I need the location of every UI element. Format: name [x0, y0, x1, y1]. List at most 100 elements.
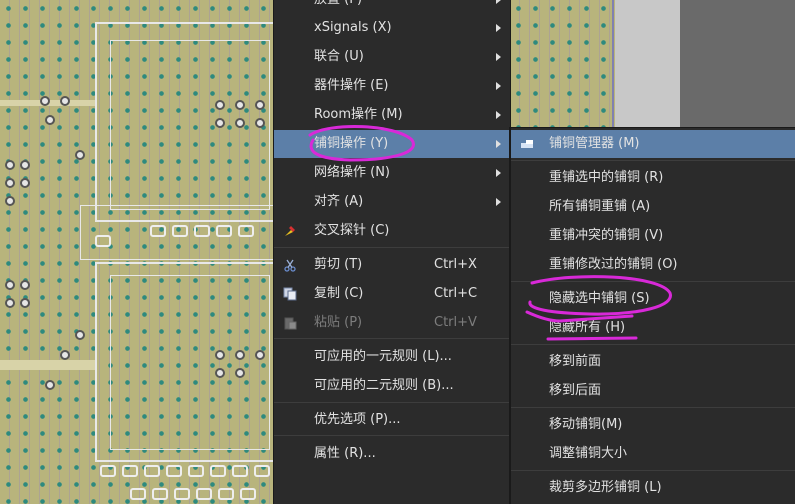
submenu-arrow-icon — [496, 111, 501, 119]
menu-item-xsignals[interactable]: xSignals (X) — [274, 14, 510, 42]
via-pad — [235, 350, 245, 360]
menu-item-label: 复制 (C) — [314, 286, 364, 301]
menu-separator — [274, 402, 510, 403]
component-outline — [110, 275, 270, 450]
menu-item-copy[interactable]: 复制 (C) Ctrl+C — [274, 280, 510, 308]
submenu-item-move-polygon[interactable]: 移动铺铜(M) — [511, 411, 795, 439]
menu-item-polygon-actions[interactable]: 铺铜操作 (Y) — [274, 130, 510, 158]
menu-separator — [274, 247, 510, 248]
menu-item-room-actions[interactable]: Room操作 (M) — [274, 101, 510, 129]
via-pad — [255, 100, 265, 110]
menu-separator — [511, 344, 795, 345]
component-pad — [188, 465, 204, 477]
menu-item-label: 可应用的二元规则 (B)... — [314, 378, 454, 393]
menu-item-label: 优先选项 (P)... — [314, 412, 401, 427]
menu-item-shortcut: Ctrl+C — [434, 286, 478, 301]
submenu-item-send-to-back[interactable]: 移到后面 — [511, 377, 795, 405]
menu-item-label: 移动铺铜(M) — [549, 417, 623, 432]
menu-item-shortcut: Ctrl+X — [434, 257, 477, 272]
component-pad — [144, 465, 160, 477]
component-pad — [210, 465, 226, 477]
via-pad — [235, 368, 245, 378]
menu-item-cut[interactable]: 剪切 (T) Ctrl+X — [274, 251, 510, 279]
menu-item-label: 交叉探针 (C) — [314, 223, 390, 238]
component-pad — [152, 488, 168, 500]
submenu-arrow-icon — [496, 198, 501, 206]
submenu-item-resize-polygon[interactable]: 调整铺铜大小 — [511, 440, 795, 468]
menu-item-label: 调整铺铜大小 — [549, 446, 628, 461]
component-pad — [232, 465, 248, 477]
menu-item-label: 移到后面 — [549, 383, 602, 398]
component-pad — [194, 225, 210, 237]
menu-separator — [511, 281, 795, 282]
cross-probe-icon — [285, 226, 295, 236]
menu-item-preferences[interactable]: 优先选项 (P)... — [274, 406, 510, 434]
via-pad — [5, 178, 15, 188]
via-pad — [5, 196, 15, 206]
submenu-arrow-icon — [496, 140, 501, 148]
menu-item-label: 器件操作 (E) — [314, 78, 389, 93]
board-edge-line — [612, 0, 614, 128]
component-pad — [174, 488, 190, 500]
submenu-item-repour-modified[interactable]: 重铺修改过的铺铜 (O) — [511, 251, 795, 279]
via-pad — [235, 118, 245, 128]
menu-item-unary-rules[interactable]: 可应用的一元规则 (L)... — [274, 343, 510, 371]
component-pad — [172, 225, 188, 237]
copper-trace — [0, 360, 95, 370]
menu-item-label: 移到前面 — [549, 354, 602, 369]
via-pad — [75, 330, 85, 340]
via-pad — [255, 350, 265, 360]
menu-item-label: 所有铺铜重铺 (A) — [549, 199, 651, 214]
menu-item-label: 网络操作 (N) — [314, 165, 391, 180]
submenu-item-polygon-manager[interactable]: 铺铜管理器 (M) — [511, 130, 795, 158]
component-pad — [150, 225, 166, 237]
paste-icon — [284, 317, 297, 330]
menu-item-label: 重铺选中的铺铜 (R) — [549, 170, 664, 185]
submenu-arrow-icon — [496, 24, 501, 32]
menu-item-align[interactable]: 对齐 (A) — [274, 188, 510, 216]
menu-item-label: 铺铜管理器 (M) — [549, 136, 640, 151]
submenu-item-shelve-all[interactable]: 隐藏所有 (H) — [511, 314, 795, 342]
component-pad — [100, 465, 116, 477]
component-pad — [196, 488, 212, 500]
menu-item-properties[interactable]: 属性 (R)... — [274, 440, 510, 468]
via-pad — [215, 100, 225, 110]
menu-item-label: 隐藏选中铺铜 (S) — [549, 291, 650, 306]
via-pad — [45, 380, 55, 390]
component-pad — [254, 465, 270, 477]
component-pad — [166, 465, 182, 477]
submenu-item-repour-violating[interactable]: 重铺冲突的铺铜 (V) — [511, 222, 795, 250]
submenu-item-shelve-selected[interactable]: 隐藏选中铺铜 (S) — [511, 285, 795, 313]
menu-item-binary-rules[interactable]: 可应用的二元规则 (B)... — [274, 372, 510, 400]
component-outline — [110, 40, 270, 210]
menu-item-place[interactable]: 放置 (P) — [274, 0, 510, 14]
menu-item-label: 可应用的一元规则 (L)... — [314, 349, 452, 364]
menu-item-label: Room操作 (M) — [314, 107, 403, 122]
via-pad — [40, 96, 50, 106]
component-pad — [238, 225, 254, 237]
component-pad — [240, 488, 256, 500]
via-pad — [20, 178, 30, 188]
menu-item-cross-probe[interactable]: 交叉探针 (C) — [274, 217, 510, 245]
menu-item-label: 铺铜操作 (Y) — [314, 136, 389, 151]
menu-item-label: xSignals (X) — [314, 20, 392, 35]
via-pad — [215, 368, 225, 378]
via-pad — [20, 280, 30, 290]
via-pad — [20, 298, 30, 308]
submenu-item-slice-polygon[interactable]: 裁剪多边形铺铜 (L) — [511, 474, 795, 502]
via-pad — [60, 350, 70, 360]
menu-item-component-actions[interactable]: 器件操作 (E) — [274, 72, 510, 100]
component-pad — [122, 465, 138, 477]
menu-item-net-actions[interactable]: 网络操作 (N) — [274, 159, 510, 187]
menu-item-label: 重铺修改过的铺铜 (O) — [549, 257, 678, 272]
via-pad — [255, 118, 265, 128]
via-pad — [5, 280, 15, 290]
submenu-item-repour-all[interactable]: 所有铺铜重铺 (A) — [511, 193, 795, 221]
submenu-item-repour-selected[interactable]: 重铺选中的铺铜 (R) — [511, 164, 795, 192]
menu-item-union[interactable]: 联合 (U) — [274, 43, 510, 71]
submenu-item-bring-to-front[interactable]: 移到前面 — [511, 348, 795, 376]
menu-separator — [274, 435, 510, 436]
menu-item-label: 属性 (R)... — [314, 446, 376, 461]
menu-item-paste[interactable]: 粘贴 (P) Ctrl+V — [274, 309, 510, 337]
menu-separator — [511, 407, 795, 408]
